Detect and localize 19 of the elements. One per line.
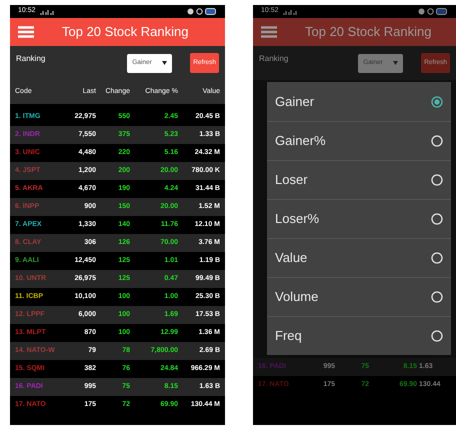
- signal-icon: [282, 8, 299, 14]
- battery-icon: [205, 8, 217, 15]
- ranking-label: Ranking: [259, 53, 288, 65]
- caret-icon: [393, 61, 398, 65]
- ranking-option[interactable]: Loser: [267, 160, 451, 199]
- ranking-option[interactable]: Gainer%: [267, 121, 451, 160]
- ranking-option[interactable]: Freq: [267, 316, 451, 355]
- caret-icon: [162, 61, 168, 65]
- ranking-option[interactable]: Gainer: [267, 82, 451, 121]
- radio-button[interactable]: [431, 96, 443, 108]
- app-title: Top 20 Stock Ranking: [305, 23, 432, 42]
- battery-icon: [436, 8, 448, 15]
- menu-icon[interactable]: [261, 26, 277, 38]
- signal-icon: [40, 8, 56, 14]
- ranking-label: Ranking: [16, 53, 46, 65]
- ranking-option[interactable]: Volume: [267, 277, 451, 316]
- ranking-option[interactable]: Value: [267, 238, 451, 277]
- app-title: Top 20 Stock Ranking: [62, 23, 188, 42]
- ranking-option[interactable]: Loser%: [267, 199, 451, 238]
